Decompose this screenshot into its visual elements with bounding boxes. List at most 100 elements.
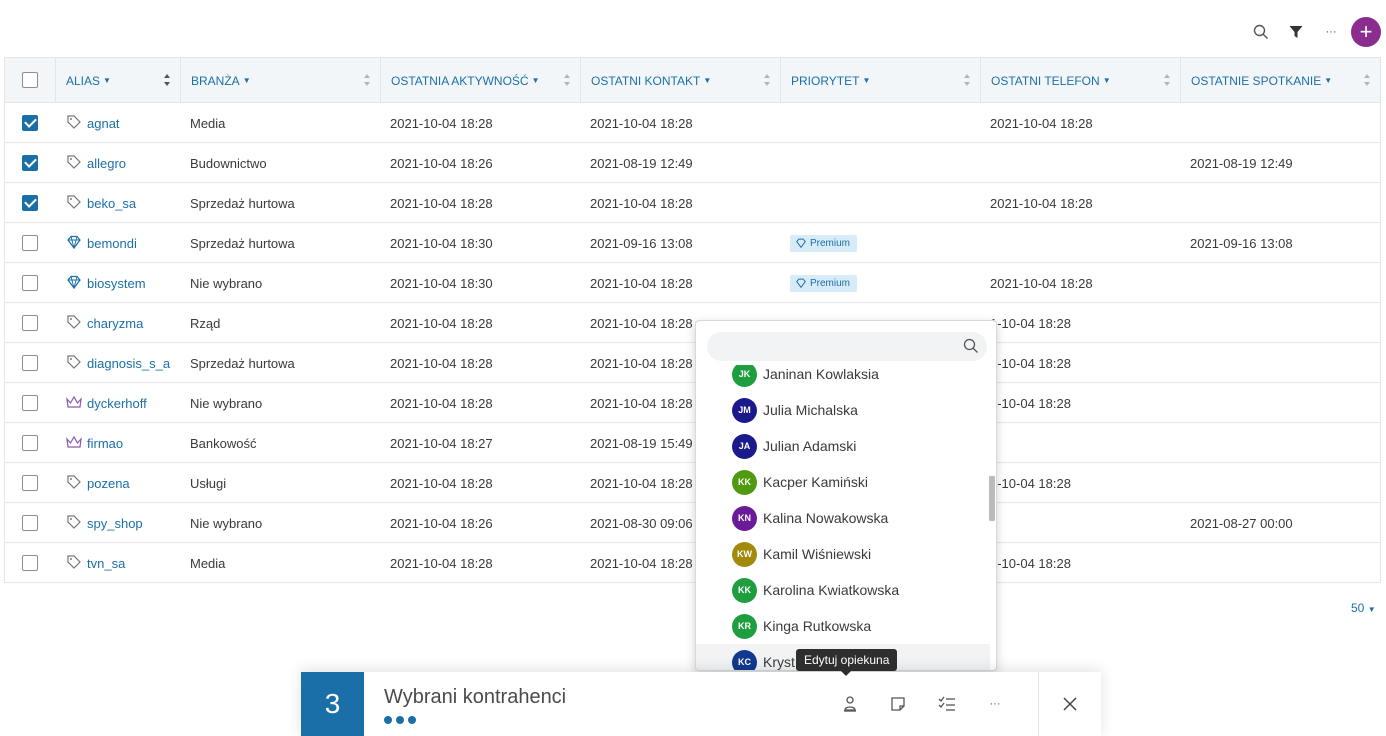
- alias-link[interactable]: firmao: [66, 423, 123, 463]
- owner-name: Kacper Kamiński: [763, 474, 869, 490]
- column-ostatnia-aktywnosc[interactable]: OSTATNIA AKTYWNOŚĆ ▼: [380, 58, 580, 103]
- sort-icon[interactable]: [1163, 74, 1171, 86]
- table-row[interactable]: charyzma Rząd 2021-10-04 18:28 2021-10-04 1…: [5, 303, 1380, 343]
- cell-branza: Nie wybrano: [190, 275, 263, 291]
- owner-option[interactable]: JK Janinan Kowlaksia: [696, 365, 990, 392]
- row-checkbox[interactable]: [22, 275, 38, 291]
- owner-option[interactable]: KN Kalina Nowakowska: [696, 500, 990, 536]
- table-row[interactable]: pozena Usługi 2021-10-04 18:28 2021-10-04 1…: [5, 463, 1380, 503]
- row-checkbox[interactable]: [22, 315, 38, 331]
- scrollbar-thumb[interactable]: [989, 476, 995, 521]
- table-row[interactable]: bemondi Sprzedaż hurtowa 2021-10-04 18:30 2…: [5, 223, 1380, 263]
- table-row[interactable]: agnat Media 2021-10-04 18:28 2021-10-04 18:…: [5, 103, 1380, 143]
- cell-kontakt: 2021-09-16 13:08: [590, 235, 693, 251]
- owner-option[interactable]: JM Julia Michalska: [696, 392, 990, 428]
- cell-kontakt: 2021-10-04 18:28: [590, 315, 693, 331]
- sort-icon[interactable]: [963, 74, 971, 86]
- cell-kontakt: 2021-10-04 18:28: [590, 355, 693, 371]
- alias-link[interactable]: biosystem: [66, 263, 146, 303]
- cell-branza: Media: [190, 115, 226, 131]
- column-ostatnie-spotkanie[interactable]: OSTATNIE SPOTKANIE ▼: [1180, 58, 1380, 103]
- alias-link[interactable]: pozena: [66, 463, 130, 503]
- note-button[interactable]: [886, 692, 910, 716]
- alias-text: diagnosis_s_a: [87, 355, 171, 371]
- cell-branza: Sprzedaż hurtowa: [190, 235, 295, 251]
- alias-text: spy_shop: [87, 515, 143, 531]
- close-icon: [1063, 697, 1077, 711]
- row-checkbox[interactable]: [22, 235, 38, 251]
- owner-option[interactable]: KK Kacper Kamiński: [696, 464, 990, 500]
- table-row[interactable]: allegro Budownictwo 2021-10-04 18:26 2021-0…: [5, 143, 1380, 183]
- table-row[interactable]: biosystem Nie wybrano 2021-10-04 18:30 2021…: [5, 263, 1380, 303]
- owner-option[interactable]: JA Julian Adamski: [696, 428, 990, 464]
- owner-option[interactable]: KR Kinga Rutkowska: [696, 608, 990, 644]
- column-priorytet[interactable]: PRIORYTET ▼: [780, 58, 980, 103]
- owner-search[interactable]: [707, 332, 987, 361]
- cell-branza: Sprzedaż hurtowa: [190, 195, 295, 211]
- table-row[interactable]: dyckerhoff Nie wybrano 2021-10-04 18:28 202…: [5, 383, 1380, 423]
- add-button[interactable]: +: [1351, 17, 1381, 47]
- avatar: JA: [732, 433, 757, 459]
- owner-search-input[interactable]: [719, 332, 949, 361]
- select-all-checkbox[interactable]: [22, 72, 38, 88]
- cell-kontakt: 2021-10-04 18:28: [590, 555, 693, 571]
- column-ostatni-kontakt[interactable]: OSTATNI KONTAKT ▼: [580, 58, 780, 103]
- column-alias[interactable]: ALIAS ▼: [55, 58, 180, 103]
- alias-link[interactable]: agnat: [66, 103, 120, 143]
- close-button[interactable]: [1058, 692, 1082, 716]
- table-row[interactable]: tvn_sa Media 2021-10-04 18:28 2021-10-04 18…: [5, 543, 1380, 583]
- row-checkbox[interactable]: [22, 115, 38, 131]
- row-checkbox[interactable]: [22, 195, 38, 211]
- alias-link[interactable]: charyzma: [66, 303, 143, 343]
- cell-telefon: 2021-10-04 18:28: [990, 275, 1093, 291]
- table-row[interactable]: firmao Bankowość 2021-10-04 18:27 2021-08-1…: [5, 423, 1380, 463]
- table-row[interactable]: beko_sa Sprzedaż hurtowa 2021-10-04 18:28 2…: [5, 183, 1380, 223]
- filter-icon[interactable]: [1286, 22, 1306, 42]
- owner-option[interactable]: KK Karolina Kwiatkowska: [696, 572, 990, 608]
- sort-icon[interactable]: [563, 74, 571, 86]
- note-icon: [891, 697, 905, 711]
- owner-option[interactable]: KW Kamil Wiśniewski: [696, 536, 990, 572]
- alias-link[interactable]: spy_shop: [66, 503, 143, 543]
- caret-down-icon: ▼: [862, 76, 871, 85]
- alias-link[interactable]: dyckerhoff: [66, 383, 147, 423]
- alias-link[interactable]: tvn_sa: [66, 543, 125, 583]
- alias-link[interactable]: beko_sa: [66, 183, 136, 223]
- diamond-icon: [66, 235, 82, 252]
- row-checkbox[interactable]: [22, 355, 38, 371]
- search-icon[interactable]: [1251, 22, 1271, 42]
- more-options-button[interactable]: ···: [1321, 22, 1341, 42]
- more-actions-button[interactable]: ···: [983, 692, 1007, 716]
- cell-aktywnosc: 2021-10-04 18:28: [390, 115, 493, 131]
- row-checkbox[interactable]: [22, 555, 38, 571]
- sort-icon[interactable]: [363, 74, 371, 86]
- row-checkbox[interactable]: [22, 475, 38, 491]
- column-branza[interactable]: BRANŻA ▼: [180, 58, 380, 103]
- table-row[interactable]: spy_shop Nie wybrano 2021-10-04 18:26 2021-…: [5, 503, 1380, 543]
- cell-kontakt: 2021-10-04 18:28: [590, 115, 693, 131]
- column-label: ALIAS: [66, 73, 101, 88]
- tag-icon: [66, 514, 82, 532]
- row-checkbox[interactable]: [22, 435, 38, 451]
- row-checkbox[interactable]: [22, 395, 38, 411]
- tasks-button[interactable]: [935, 692, 959, 716]
- page-size-select[interactable]: 50 ▼: [1351, 601, 1376, 615]
- checklist-icon: [938, 696, 955, 711]
- selection-bar: 3 Wybrani kontrahenci ···: [301, 672, 1101, 736]
- caret-down-icon: ▼: [1367, 605, 1376, 614]
- search-icon[interactable]: [963, 338, 979, 354]
- column-ostatni-telefon[interactable]: OSTATNI TELEFON ▼: [980, 58, 1180, 103]
- cell-branza: Nie wybrano: [190, 395, 263, 411]
- row-checkbox[interactable]: [22, 515, 38, 531]
- cell-telefon: 1-10-04 18:28: [990, 395, 1071, 411]
- sort-icon[interactable]: [1363, 74, 1371, 86]
- sort-icon[interactable]: [763, 74, 771, 86]
- alias-link[interactable]: allegro: [66, 143, 126, 183]
- edit-owner-button[interactable]: [838, 692, 862, 716]
- row-checkbox[interactable]: [22, 155, 38, 171]
- alias-link[interactable]: bemondi: [66, 223, 137, 263]
- sort-icon[interactable]: [163, 74, 171, 86]
- cell-aktywnosc: 2021-10-04 18:28: [390, 555, 493, 571]
- alias-link[interactable]: diagnosis_s_a: [66, 343, 170, 383]
- table-row[interactable]: diagnosis_s_a Sprzedaż hurtowa 2021-10-04 …: [5, 343, 1380, 383]
